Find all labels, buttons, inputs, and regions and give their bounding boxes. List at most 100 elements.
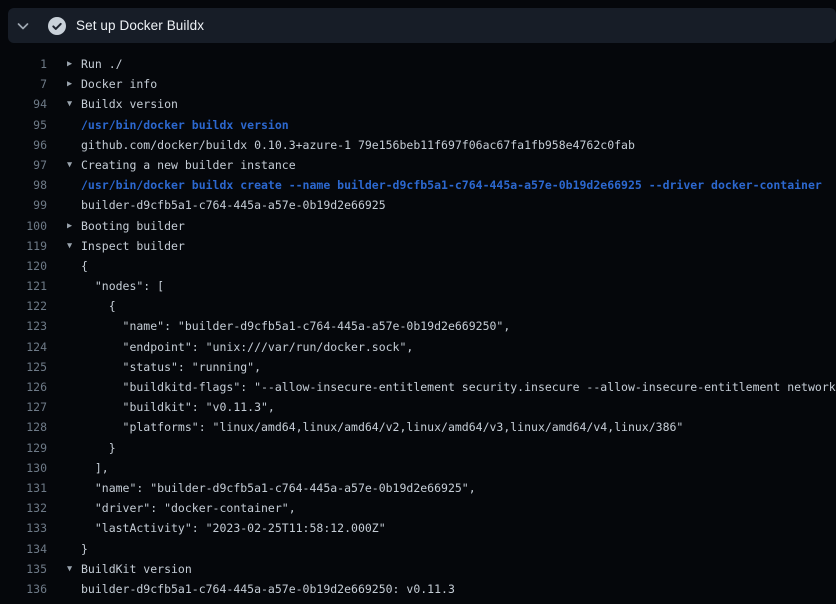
actions-log-viewer: Set up Docker Buildx 1▶Run ./7▶Docker in…: [0, 0, 836, 604]
line-number[interactable]: 124: [8, 337, 47, 357]
line-number[interactable]: 125: [8, 357, 47, 377]
group-label[interactable]: Inspect builder: [81, 236, 185, 256]
gutter-spacer: [47, 498, 81, 518]
line-number[interactable]: 132: [8, 498, 47, 518]
group-collapsed-arrow-icon[interactable]: ▶: [67, 74, 81, 94]
log-line[interactable]: 7 ▶Docker info: [8, 74, 836, 94]
output-text: }: [81, 438, 116, 458]
log-lines: 1▶Run ./7▶Docker info94▼Buildx version95…: [0, 43, 836, 604]
group-expanded-arrow-icon[interactable]: ▼: [67, 236, 81, 256]
group-collapsed-arrow-icon[interactable]: ▶: [67, 216, 81, 236]
group-label[interactable]: BuildKit version: [81, 559, 192, 579]
gutter-spacer: [47, 478, 81, 498]
line-number[interactable]: 100: [8, 216, 47, 236]
gutter-spacer: [47, 438, 81, 458]
line-number[interactable]: 122: [8, 296, 47, 316]
log-line[interactable]: 119 ▼Inspect builder: [8, 236, 836, 256]
gutter-spacer: [47, 135, 81, 155]
chevron-down-icon[interactable]: [15, 18, 31, 34]
output-text: "endpoint": "unix:///var/run/docker.sock…: [81, 337, 413, 357]
gutter-spacer: [47, 458, 81, 478]
log-line: 136builder-d9cfb5a1-c764-445a-a57e-0b19d…: [8, 579, 836, 599]
line-number[interactable]: 94: [8, 94, 47, 114]
output-text: ],: [81, 458, 109, 478]
log-line: 132 "driver": "docker-container",: [8, 498, 836, 518]
log-line[interactable]: 1 ▶Run ./: [8, 54, 836, 74]
line-number[interactable]: 136: [8, 579, 47, 599]
group-expanded-arrow-icon[interactable]: ▼: [67, 94, 81, 114]
output-text: "name": "builder-d9cfb5a1-c764-445a-a57e…: [81, 478, 476, 498]
line-number[interactable]: 123: [8, 316, 47, 336]
log-line: 96 github.com/docker/buildx 0.10.3+azure-…: [8, 135, 836, 155]
gutter-spacer: [47, 377, 81, 397]
log-line: 95/usr/bin/docker buildx version: [8, 115, 836, 135]
line-number[interactable]: 99: [8, 195, 47, 215]
line-number[interactable]: 1: [8, 54, 47, 74]
log-line[interactable]: 97 ▼Creating a new builder instance: [8, 155, 836, 175]
line-number[interactable]: 98: [8, 175, 47, 195]
group-label[interactable]: Run ./: [81, 54, 123, 74]
output-text: }: [81, 539, 88, 559]
group-collapsed-arrow-icon[interactable]: ▶: [67, 54, 81, 74]
log-line[interactable]: 94 ▼Buildx version: [8, 94, 836, 114]
command-text: /usr/bin/docker buildx create --name bui…: [81, 175, 822, 195]
group-label[interactable]: Booting builder: [81, 216, 185, 236]
group-label[interactable]: Creating a new builder instance: [81, 155, 296, 175]
line-number[interactable]: 120: [8, 256, 47, 276]
output-text: {: [81, 296, 116, 316]
group-label[interactable]: Buildx version: [81, 94, 178, 114]
line-number[interactable]: 127: [8, 397, 47, 417]
log-line[interactable]: 135 ▼BuildKit version: [8, 559, 836, 579]
step-header[interactable]: Set up Docker Buildx: [8, 8, 836, 43]
output-text: "lastActivity": "2023-02-25T11:58:12.000…: [81, 518, 386, 538]
group-expanded-arrow-icon[interactable]: ▼: [67, 155, 81, 175]
log-line: 126 "buildkitd-flags": "--allow-insecure…: [8, 377, 836, 397]
line-number[interactable]: 121: [8, 276, 47, 296]
gutter-spacer: [47, 357, 81, 377]
gutter-spacer: [47, 195, 81, 215]
gutter-spacer: [47, 579, 81, 599]
gutter-spacer: [47, 316, 81, 336]
gutter-spacer: [47, 175, 81, 195]
log-line[interactable]: 100 ▶Booting builder: [8, 216, 836, 236]
log-line: 98/usr/bin/docker buildx create --name b…: [8, 175, 836, 195]
line-number[interactable]: 131: [8, 478, 47, 498]
log-line: 124 "endpoint": "unix:///var/run/docker.…: [8, 337, 836, 357]
line-number[interactable]: 129: [8, 438, 47, 458]
log-line: 99builder-d9cfb5a1-c764-445a-a57e-0b19d2…: [8, 195, 836, 215]
gutter-spacer: [47, 539, 81, 559]
output-text: github.com/docker/buildx 0.10.3+azure-1 …: [81, 135, 635, 155]
line-number[interactable]: 128: [8, 417, 47, 437]
gutter-spacer: [47, 337, 81, 357]
line-number[interactable]: 95: [8, 115, 47, 135]
group-expanded-arrow-icon[interactable]: ▼: [67, 559, 81, 579]
check-circle-icon: [48, 17, 66, 35]
line-number[interactable]: 130: [8, 458, 47, 478]
line-number[interactable]: 119: [8, 236, 47, 256]
output-text: "nodes": [: [81, 276, 164, 296]
output-text: "platforms": "linux/amd64,linux/amd64/v2…: [81, 417, 683, 437]
gutter-spacer: [47, 256, 81, 276]
log-line: 127 "buildkit": "v0.11.3",: [8, 397, 836, 417]
log-line: 121 "nodes": [: [8, 276, 836, 296]
step-title: Set up Docker Buildx: [76, 18, 204, 33]
log-line: 122 {: [8, 296, 836, 316]
line-number[interactable]: 133: [8, 518, 47, 538]
output-text: "driver": "docker-container",: [81, 498, 296, 518]
line-number[interactable]: 96: [8, 135, 47, 155]
log-line: 130 ],: [8, 458, 836, 478]
gutter-spacer: [47, 397, 81, 417]
line-number[interactable]: 126: [8, 377, 47, 397]
log-line: 131 "name": "builder-d9cfb5a1-c764-445a-…: [8, 478, 836, 498]
log-line: 133 "lastActivity": "2023-02-25T11:58:12…: [8, 518, 836, 538]
gutter-spacer: [47, 115, 81, 135]
output-text: "name": "builder-d9cfb5a1-c764-445a-a57e…: [81, 316, 510, 336]
gutter-spacer: [47, 276, 81, 296]
line-number[interactable]: 7: [8, 74, 47, 94]
log-line: 134}: [8, 539, 836, 559]
log-line: 125 "status": "running",: [8, 357, 836, 377]
line-number[interactable]: 134: [8, 539, 47, 559]
line-number[interactable]: 97: [8, 155, 47, 175]
line-number[interactable]: 135: [8, 559, 47, 579]
group-label[interactable]: Docker info: [81, 74, 157, 94]
